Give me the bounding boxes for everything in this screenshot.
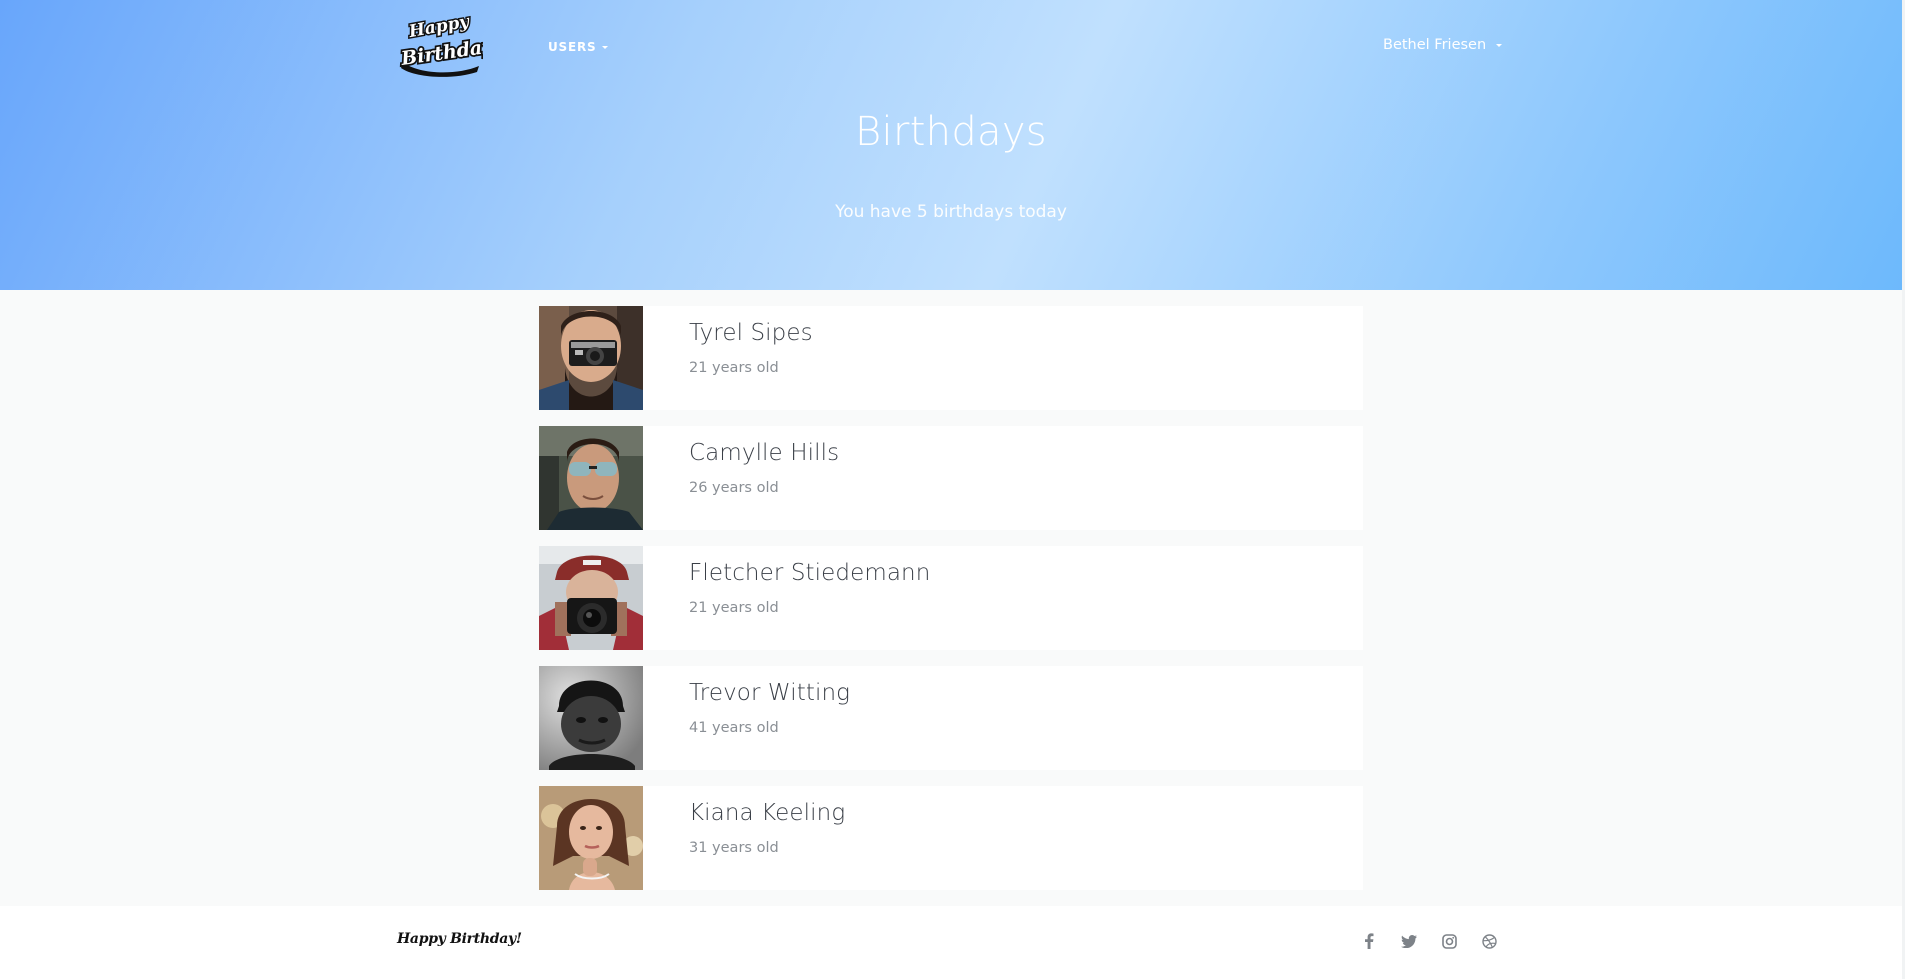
dribbble-icon[interactable] — [1480, 932, 1498, 950]
user-menu[interactable]: Bethel Friesen — [1383, 35, 1503, 55]
facebook-icon[interactable] — [1360, 932, 1378, 950]
person-age: 31 years old — [689, 840, 779, 856]
logo-line-1: Happy — [406, 12, 471, 43]
person-age: 41 years old — [689, 720, 779, 736]
social-links — [1360, 932, 1498, 950]
person-name: Camylle Hills — [689, 440, 840, 466]
page-title: Birthdays — [855, 109, 1047, 155]
chevron-down-icon — [1496, 44, 1503, 47]
person-age: 26 years old — [689, 480, 779, 496]
person-name: Trevor Witting — [689, 680, 851, 706]
birthday-card[interactable]: Tyrel Sipes 21 years old — [539, 306, 1363, 410]
person-age: 21 years old — [689, 360, 779, 376]
chevron-down-icon — [602, 46, 609, 49]
twitter-icon[interactable] — [1400, 932, 1418, 950]
instagram-icon[interactable] — [1440, 932, 1458, 950]
avatar — [539, 666, 643, 770]
person-name: Tyrel Sipes — [689, 320, 813, 346]
avatar — [539, 426, 643, 530]
page-subtitle: You have 5 birthdays today — [835, 202, 1067, 222]
footer-brand[interactable]: Happy Birthday! — [397, 931, 522, 947]
avatar — [539, 786, 643, 890]
users-menu[interactable]: USERS — [548, 37, 609, 57]
footer: Happy Birthday! — [0, 906, 1902, 979]
birthday-list: Tyrel Sipes 21 years old Camylle Hills 2… — [539, 306, 1363, 906]
birthday-card[interactable]: Camylle Hills 26 years old — [539, 426, 1363, 530]
birthday-card[interactable]: Trevor Witting 41 years old — [539, 666, 1363, 770]
avatar — [539, 306, 643, 410]
happy-birthday-logo[interactable]: Happy Birthday — [397, 10, 483, 78]
user-name: Bethel Friesen — [1383, 37, 1487, 53]
person-name: Kiana Keeling — [689, 800, 846, 826]
hero-banner: Happy Birthday USERS Bethel Friesen Birt… — [0, 0, 1902, 290]
person-age: 21 years old — [689, 600, 779, 616]
users-menu-label: USERS — [548, 40, 597, 54]
avatar — [539, 546, 643, 650]
birthday-card[interactable]: Fletcher Stiedemann 21 years old — [539, 546, 1363, 650]
birthday-card[interactable]: Kiana Keeling 31 years old — [539, 786, 1363, 890]
person-name: Fletcher Stiedemann — [689, 560, 931, 586]
